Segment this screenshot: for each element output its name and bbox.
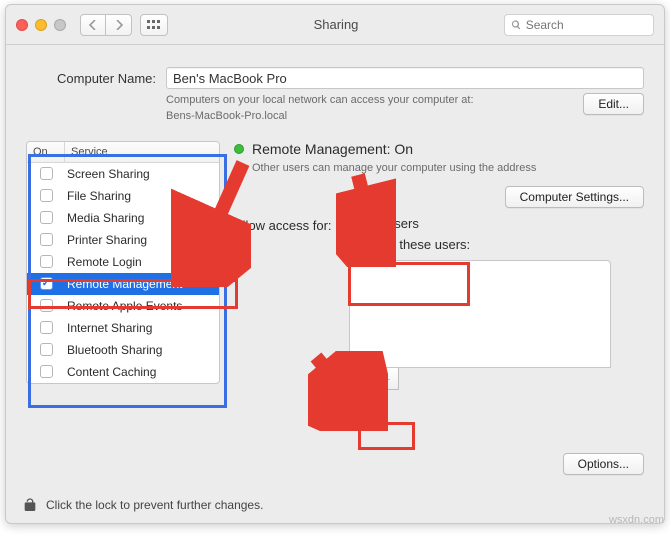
lock-open-icon <box>22 497 38 513</box>
service-row[interactable]: Internet Sharing <box>27 317 219 339</box>
search-icon <box>511 19 522 31</box>
service-name: Remote Management <box>65 277 219 291</box>
services-table: On Service Screen Sharing File Sharing Med… <box>26 141 220 384</box>
add-user-button[interactable]: + <box>350 368 375 389</box>
nav-buttons <box>80 14 132 36</box>
service-name: Content Caching <box>65 365 219 379</box>
service-name: Printer Sharing <box>65 233 219 247</box>
radio-label: All users <box>369 216 419 231</box>
computer-name-info: Computers on your local network can acce… <box>166 93 474 125</box>
back-button[interactable] <box>80 14 106 36</box>
access-group: Allow access for: All users Only these us… <box>234 216 644 252</box>
show-all-button[interactable] <box>140 14 168 36</box>
service-checkbox[interactable] <box>40 321 53 334</box>
computer-settings-button[interactable]: Computer Settings... <box>505 186 644 208</box>
column-header-service[interactable]: Service <box>65 142 219 162</box>
status-led-icon <box>234 144 244 154</box>
service-status-title: Remote Management: On <box>252 141 413 157</box>
lock-hint-text: Click the lock to prevent further change… <box>46 498 263 512</box>
service-name: Media Sharing <box>65 211 219 225</box>
service-checkbox[interactable] <box>40 277 53 290</box>
options-button[interactable]: Options... <box>563 453 644 475</box>
service-name: Internet Sharing <box>65 321 219 335</box>
service-checkbox[interactable] <box>40 343 53 356</box>
service-status-desc: Other users can manage your computer usi… <box>252 161 582 176</box>
service-row[interactable]: Content Caching <box>27 361 219 383</box>
add-remove-group: + − <box>349 368 399 390</box>
service-row[interactable]: Remote Management <box>27 273 219 295</box>
service-checkbox[interactable] <box>40 167 53 180</box>
users-list[interactable] <box>349 260 611 368</box>
close-icon[interactable] <box>16 19 28 31</box>
window-controls <box>16 19 66 31</box>
service-row[interactable]: Printer Sharing <box>27 229 219 251</box>
service-checkbox[interactable] <box>40 211 53 224</box>
column-header-on[interactable]: On <box>27 142 65 162</box>
service-row[interactable]: Bluetooth Sharing <box>27 339 219 361</box>
watermark: wsxdn.com <box>609 514 664 526</box>
remove-user-button: − <box>375 368 399 389</box>
service-checkbox[interactable] <box>40 189 53 202</box>
search-input[interactable] <box>526 18 647 32</box>
radio-icon <box>349 217 363 231</box>
radio-all-users[interactable]: All users <box>349 216 470 231</box>
lock-row[interactable]: Click the lock to prevent further change… <box>22 497 263 513</box>
computer-name-label: Computer Name: <box>26 71 156 86</box>
service-checkbox[interactable] <box>40 233 53 246</box>
service-row[interactable]: Remote Apple Events <box>27 295 219 317</box>
service-name: Screen Sharing <box>65 167 219 181</box>
service-row[interactable]: Remote Login <box>27 251 219 273</box>
forward-button[interactable] <box>106 14 132 36</box>
service-name: Remote Login <box>65 255 219 269</box>
radio-only-these-users[interactable]: Only these users: <box>349 237 470 252</box>
computer-name-field[interactable] <box>166 67 644 89</box>
service-checkbox[interactable] <box>40 299 53 312</box>
radio-label: Only these users: <box>369 237 470 252</box>
window-title: Sharing <box>176 17 496 32</box>
service-status: Remote Management: On <box>234 141 644 157</box>
service-name: Bluetooth Sharing <box>65 343 219 357</box>
service-name: File Sharing <box>65 189 219 203</box>
search-field[interactable] <box>504 14 654 36</box>
zoom-icon <box>54 19 66 31</box>
access-label: Allow access for: <box>234 216 339 233</box>
service-name: Remote Apple Events <box>65 299 219 313</box>
service-checkbox[interactable] <box>40 365 53 378</box>
minimize-icon[interactable] <box>35 19 47 31</box>
service-row[interactable]: File Sharing <box>27 185 219 207</box>
service-checkbox[interactable] <box>40 255 53 268</box>
service-row[interactable]: Screen Sharing <box>27 163 219 185</box>
edit-hostname-button[interactable]: Edit... <box>583 93 644 115</box>
service-row[interactable]: Media Sharing <box>27 207 219 229</box>
radio-icon <box>349 238 363 252</box>
titlebar: Sharing <box>6 5 664 45</box>
